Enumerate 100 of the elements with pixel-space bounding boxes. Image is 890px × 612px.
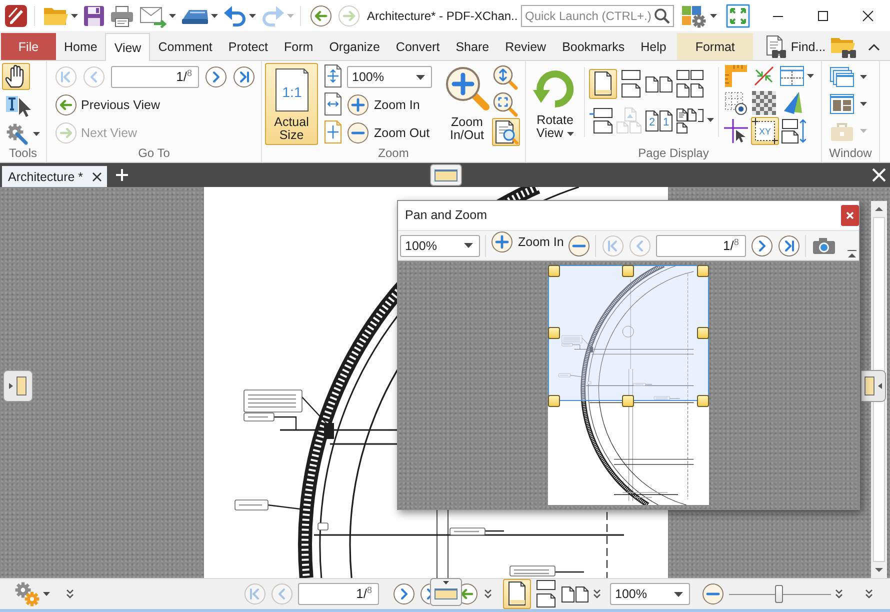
zoom-level-dropdown[interactable]: 100% <box>610 583 690 605</box>
stacked-windows-icon[interactable] <box>829 66 855 88</box>
menu-tab[interactable]: Bookmarks <box>554 33 633 60</box>
menu-tab[interactable]: Format <box>677 33 753 60</box>
panel-toggle-icon[interactable] <box>430 164 462 186</box>
resize-handle[interactable] <box>622 395 634 407</box>
vertical-scrollbar[interactable] <box>871 201 887 578</box>
menu-tab[interactable]: Review <box>497 33 554 60</box>
chevron-right-icon[interactable] <box>205 66 227 88</box>
curved-arrow-left-icon[interactable] <box>223 4 247 26</box>
minus-icon[interactable] <box>568 234 590 256</box>
view-history-button[interactable]: Previous View <box>55 94 160 116</box>
page-number-field[interactable]: 1/$^{8}$ <box>656 234 746 256</box>
collapse-icon[interactable] <box>846 250 857 258</box>
resize-handle[interactable] <box>548 395 560 407</box>
caret-icon[interactable] <box>707 118 714 122</box>
window-panes-icon[interactable] <box>829 93 855 115</box>
hand-icon[interactable] <box>2 63 30 90</box>
double-chevron-icon[interactable] <box>66 589 74 599</box>
chevron-bar-right-icon[interactable] <box>778 234 800 256</box>
close-icon[interactable] <box>862 10 874 22</box>
caret-icon[interactable] <box>211 14 218 18</box>
stacked-pages-icon[interactable] <box>535 579 557 609</box>
menu-tab[interactable]: Convert <box>388 33 448 60</box>
page-magnifier-icon[interactable] <box>492 118 520 146</box>
menu-tab[interactable]: View <box>105 33 150 61</box>
resize-handle[interactable] <box>697 327 709 339</box>
page-number-field[interactable]: 1/$^{8}$ <box>111 66 199 88</box>
zoom-level-dropdown[interactable]: 100% <box>347 66 432 88</box>
multiple-pages-icon[interactable] <box>676 106 704 134</box>
xy-frame-icon[interactable]: XY <box>751 117 779 145</box>
resize-handle[interactable] <box>548 265 560 277</box>
ruler-icon[interactable] <box>723 63 749 89</box>
window-grid-icon[interactable] <box>779 63 805 89</box>
plus-icon[interactable] <box>115 168 129 182</box>
chevron-right-icon[interactable] <box>393 583 415 605</box>
page-width-arrows-icon[interactable] <box>323 92 343 117</box>
crosshair-cursor-icon[interactable] <box>723 118 749 144</box>
caret-icon[interactable] <box>807 74 814 78</box>
caret-icon[interactable] <box>566 132 574 136</box>
magnifier-arrows-icon[interactable] <box>492 64 518 90</box>
caret-up-icon[interactable] <box>868 42 880 50</box>
panel-handle-icon[interactable] <box>861 370 886 402</box>
four-pages-icon[interactable] <box>676 69 704 99</box>
close-icon[interactable] <box>92 172 102 182</box>
document-tab[interactable]: Architecture * <box>2 166 107 187</box>
caret-icon[interactable] <box>249 14 256 18</box>
caret-icon[interactable] <box>33 132 40 136</box>
arrow-left-icon[interactable] <box>462 583 478 605</box>
arrow-left-icon[interactable] <box>310 4 332 26</box>
double-chevron-icon[interactable] <box>593 589 601 599</box>
search-icon[interactable] <box>654 8 670 24</box>
caret-icon[interactable] <box>860 102 867 106</box>
menu-tab[interactable]: Share <box>448 33 498 60</box>
gear-wrench-icon[interactable] <box>5 122 29 146</box>
menu-tab[interactable]: Help <box>632 33 674 60</box>
visible-area-frame[interactable] <box>548 265 709 401</box>
menu-tab[interactable]: Organize <box>321 33 388 60</box>
scrollbar-thumb[interactable] <box>873 217 885 562</box>
maximize-icon[interactable] <box>816 10 828 22</box>
magnifier-frame-icon[interactable] <box>492 91 518 117</box>
menu-tab[interactable]: Protect <box>220 33 276 60</box>
find-button[interactable]: Find... <box>764 33 826 60</box>
caret-icon[interactable] <box>710 14 717 18</box>
caret-icon[interactable] <box>71 14 78 18</box>
tiles-gear-icon[interactable] <box>681 4 707 28</box>
quick-launch-field[interactable]: Quick Launch (CTRL+.) <box>521 4 674 26</box>
resize-handle[interactable] <box>697 395 709 407</box>
chevron-right-icon[interactable] <box>750 234 773 256</box>
camera-icon[interactable] <box>812 236 836 254</box>
page-icon[interactable] <box>503 579 531 609</box>
page-frame-arrows-icon[interactable] <box>323 120 343 145</box>
stacked-pages-icon[interactable] <box>620 69 642 99</box>
menu-tab[interactable]: File <box>1 33 56 60</box>
minus-icon[interactable] <box>702 583 724 605</box>
chevron-bar-right-icon[interactable] <box>233 66 255 88</box>
gears-icon[interactable] <box>14 581 40 607</box>
actual-size-button[interactable]: 1:1 Actual Size <box>265 63 318 145</box>
panel-handle-icon[interactable] <box>3 370 33 402</box>
resize-handle[interactable] <box>622 265 634 277</box>
text-cursor-icon[interactable] <box>5 94 32 118</box>
dotted-grid-eye-icon[interactable] <box>723 90 749 116</box>
zoom-in-button[interactable]: Zoom In <box>347 94 420 116</box>
double-chevron-icon[interactable] <box>835 589 843 599</box>
page-number-field[interactable]: 1/$^{8}$ <box>298 583 379 605</box>
menu-tab[interactable]: Home <box>56 33 106 60</box>
page-icon[interactable] <box>589 69 617 99</box>
zoom-in-out-button[interactable]: Zoom In/Out <box>442 63 492 145</box>
caret-icon[interactable] <box>43 592 50 596</box>
double-chevron-icon[interactable] <box>865 589 873 599</box>
menu-tab[interactable]: Comment <box>150 33 220 60</box>
app-logo-icon[interactable] <box>4 4 28 28</box>
caret-icon[interactable] <box>860 75 867 79</box>
double-chevron-icon[interactable] <box>484 589 492 599</box>
checkerboard-icon[interactable] <box>751 90 777 116</box>
zoom-in-button[interactable]: Zoom In <box>491 231 564 253</box>
zoom-level-dropdown[interactable]: 100% <box>400 234 480 256</box>
printer-icon[interactable] <box>110 4 134 26</box>
menu-tab[interactable]: Form <box>276 33 322 60</box>
fullscreen-icon[interactable] <box>726 4 750 28</box>
